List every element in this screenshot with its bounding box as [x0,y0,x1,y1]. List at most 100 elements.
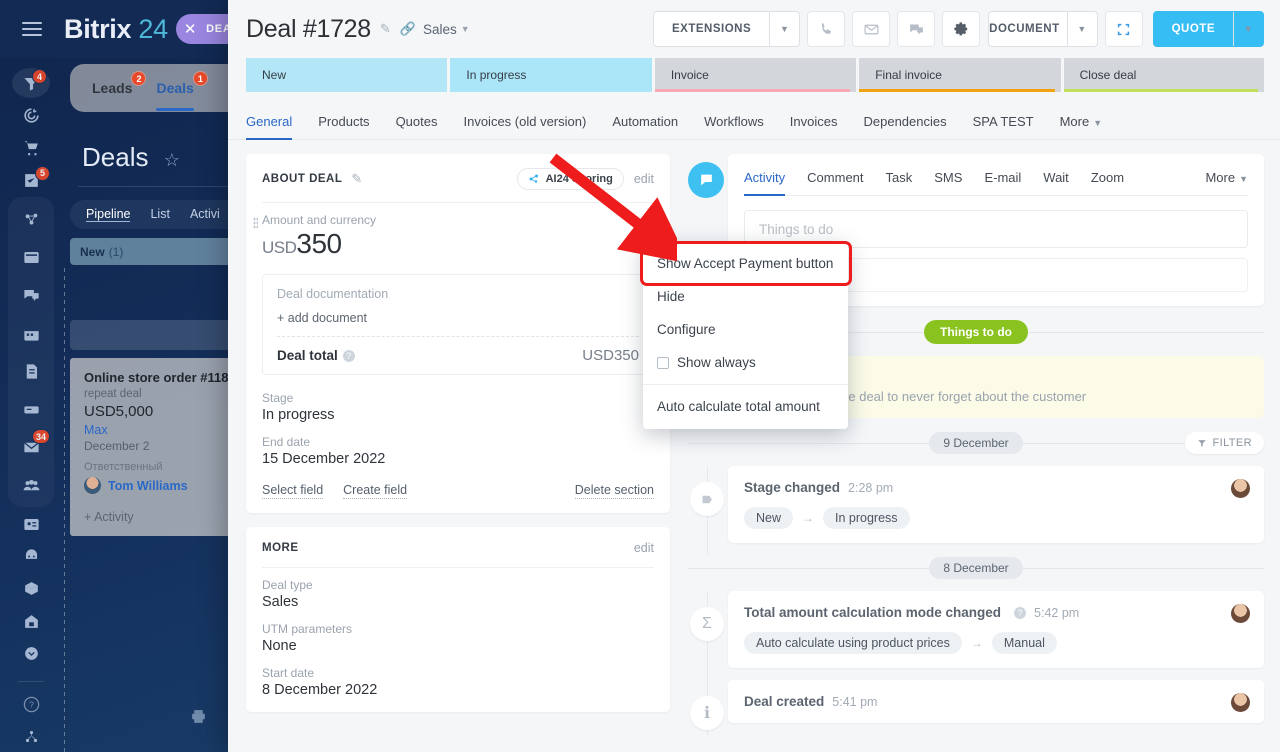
tab-invoices-old[interactable]: Invoices (old version) [463,114,586,139]
tab-more[interactable]: More ▼ [1060,114,1103,139]
activity-tab-zoom[interactable]: Zoom [1091,170,1124,195]
sidebar-item-bot[interactable] [9,541,53,571]
extensions-button[interactable]: EXTENSIONS ▼ [653,11,801,47]
view-tab-pipeline[interactable]: Pipeline [86,207,131,222]
checkbox-icon[interactable] [657,356,669,369]
chevron-down-icon[interactable]: ▼ [1066,12,1097,46]
menu-item-show-always[interactable]: Show always [643,346,848,379]
chat-icon-button[interactable] [897,11,936,47]
sidebar-item-more[interactable] [9,638,53,668]
tab-general[interactable]: General [246,114,293,140]
sidebar-item-marketplace[interactable] [9,574,53,604]
timeline-card[interactable]: Total amount calculation mode changed ? … [728,591,1264,668]
sidebar-item-documents[interactable] [9,352,53,390]
stage-in-progress[interactable]: In progress [450,58,652,92]
settings-gear-button[interactable] [942,11,981,47]
sidebar-item-feed[interactable] [9,238,53,276]
sidebar-item-target[interactable] [9,100,53,130]
activity-tab-task[interactable]: Task [886,170,913,195]
sidebar-item-funnel[interactable]: 4 [12,68,50,99]
favorite-star-icon[interactable]: ☆ [164,150,180,170]
printer-icon[interactable] [190,708,207,730]
stage-close-deal[interactable]: Close deal [1063,58,1265,92]
sidebar-item-groups[interactable] [9,466,53,504]
tab-invoices[interactable]: Invoices [790,114,838,139]
view-tab-list[interactable]: List [150,207,169,222]
gear-icon [954,21,967,35]
stage-new[interactable]: New [246,58,448,92]
close-icon[interactable]: ✕ [184,22,197,37]
chevron-down-icon[interactable]: ▼ [461,24,470,34]
deal-type-value[interactable]: Sales [262,594,654,610]
automation-icon-button[interactable] [1104,11,1143,47]
activity-tab-comment[interactable]: Comment [807,170,863,195]
bitrix-logo[interactable]: Bitrix 24 [64,14,168,45]
menu-burger-icon[interactable] [22,22,42,36]
kanban-deal-card[interactable]: Online store order #118 repeat deal USD5… [70,358,240,536]
drag-handle-icon[interactable] [253,217,258,229]
crm-tab-deals[interactable]: Deals 1 [156,71,208,111]
activity-tab-email[interactable]: E-mail [984,170,1021,195]
document-button[interactable]: DOCUMENT ▼ [988,11,1098,47]
timeline-card[interactable]: Deal created 5:41 pm [728,680,1264,723]
pencil-icon[interactable]: ✎ [351,171,362,187]
menu-item-configure[interactable]: Configure [643,313,848,346]
start-date-value[interactable]: 8 December 2022 [262,682,654,698]
timeline-card[interactable]: Stage changed 2:28 pm New → In progress [728,466,1264,543]
sidebar-item-help[interactable]: ? [9,689,53,719]
deal-category[interactable]: Sales [423,22,457,37]
activity-tab-more[interactable]: More ▼ [1205,170,1248,195]
activity-tab-sms[interactable]: SMS [934,170,962,195]
sidebar-item-sitemap[interactable] [9,722,53,752]
view-tab-activity[interactable]: Activi [190,207,220,222]
utm-value[interactable]: None [262,638,654,654]
avatar[interactable] [1231,604,1250,623]
stage-invoice[interactable]: Invoice [654,58,857,92]
quote-button[interactable]: QUOTE ▼ [1152,11,1264,47]
deal-card-owner[interactable]: Tom Williams [84,477,240,494]
sidebar-item-mail[interactable]: 34 [9,428,53,466]
activity-tab-wait[interactable]: Wait [1043,170,1069,195]
menu-item-auto-calculate-total[interactable]: Auto calculate total amount [643,390,848,423]
sidebar-item-tasks[interactable]: 5 [9,165,53,195]
sidebar-item-contacts[interactable] [9,509,53,539]
help-icon[interactable]: ? [1014,606,1027,619]
sidebar-item-drive[interactable] [9,390,53,428]
tab-automation[interactable]: Automation [612,114,678,139]
tab-products[interactable]: Products [318,114,369,139]
avatar[interactable] [1231,693,1250,712]
chevron-down-icon[interactable]: ▼ [1233,12,1263,46]
sidebar-item-company[interactable] [9,606,53,636]
create-field-link[interactable]: Create field [343,483,408,499]
deal-card-contact[interactable]: Max [84,423,240,437]
tab-quotes[interactable]: Quotes [396,114,438,139]
sidebar-item-cart[interactable] [9,133,53,163]
quick-add-bar[interactable]: + Quick [70,320,240,350]
tab-dependencies[interactable]: Dependencies [864,114,947,139]
crm-tab-leads[interactable]: Leads 2 [92,71,147,96]
sidebar-item-chat[interactable] [9,276,53,314]
tab-workflows[interactable]: Workflows [704,114,764,139]
call-icon-button[interactable] [807,11,846,47]
link-icon[interactable]: 🔗 [400,21,416,37]
stage-final-invoice[interactable]: Final invoice [859,58,1061,92]
deal-card-add-activity[interactable]: + Activity [84,510,240,524]
chevron-down-icon[interactable]: ▼ [769,12,799,46]
tab-spa-test[interactable]: SPA TEST [973,114,1034,139]
stage-field-value[interactable]: In progress [262,407,654,423]
filter-icon [1197,440,1206,447]
add-document-link[interactable]: + add document [277,311,639,325]
sidebar-item-network[interactable] [9,200,53,238]
end-date-value[interactable]: 15 December 2022 [262,451,654,467]
select-field-link[interactable]: Select field [262,483,324,499]
timeline-filter-button[interactable]: FILTER [1184,432,1264,454]
help-icon[interactable]: ? [342,349,355,362]
sidebar-item-calendar[interactable] [9,314,53,352]
avatar[interactable] [1231,479,1250,498]
activity-tab-activity[interactable]: Activity [744,170,786,196]
email-icon-button[interactable] [852,11,891,47]
pencil-icon[interactable]: ✎ [380,21,391,37]
delete-section-link[interactable]: Delete section [574,483,654,499]
stage-label: In progress [466,68,527,82]
more-panel-edit-link[interactable]: edit [634,541,654,555]
